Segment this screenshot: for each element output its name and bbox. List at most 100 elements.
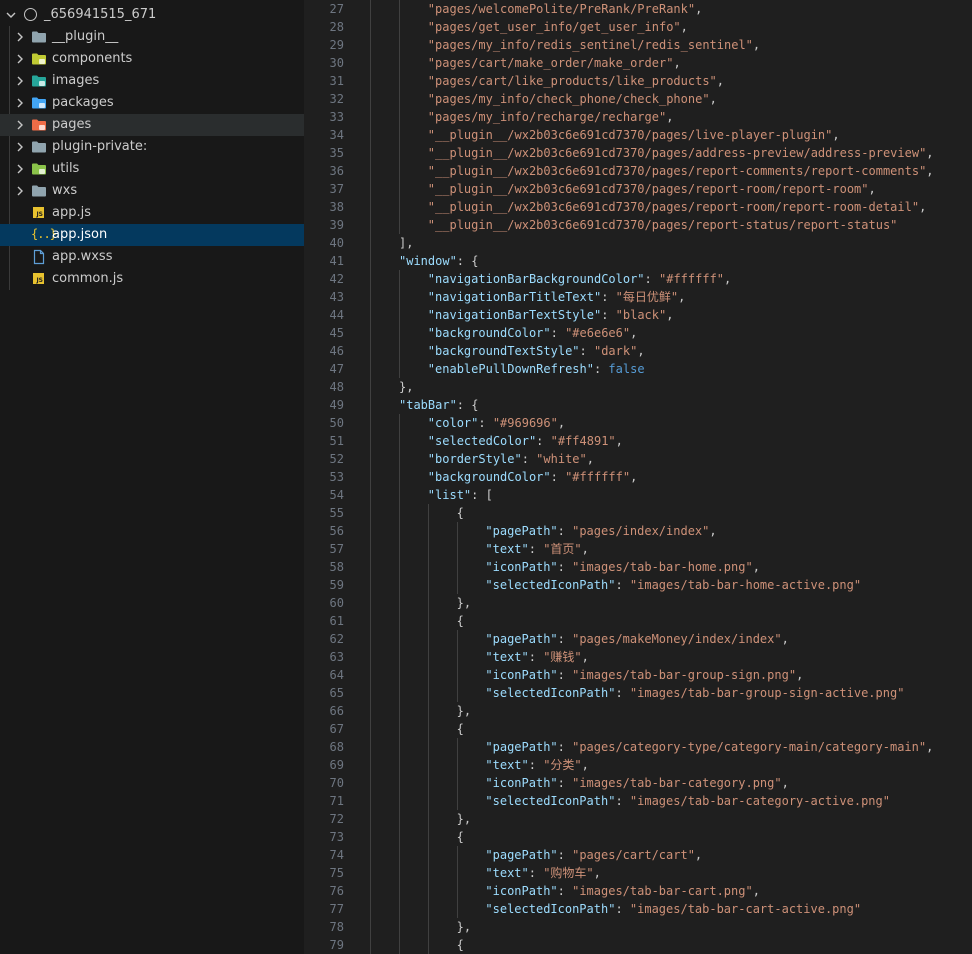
code-line[interactable]: "__plugin__/wx2b03c6e691cd7370/pages/rep… [428,216,898,234]
tree-item-utils[interactable]: utils [0,158,304,180]
line-number: 36 [329,164,344,178]
code-line[interactable]: "text": "分类", [485,756,589,774]
code-line[interactable]: "selectedColor": "#ff4891", [428,432,623,450]
code-line[interactable]: "pages/cart/make_order/make_order", [428,54,681,72]
code-line[interactable]: }, [457,810,471,828]
tree-item-images[interactable]: images [0,70,304,92]
code-line[interactable]: "backgroundColor": "#e6e6e6", [428,324,638,342]
chevron-down-icon[interactable] [4,7,18,23]
code-line[interactable]: "navigationBarBackgroundColor": "#ffffff… [428,270,731,288]
code-line[interactable]: "pages/cart/like_products/like_products"… [428,72,724,90]
json-punctuation: , [716,74,725,88]
code-line[interactable]: "iconPath": "images/tab-bar-cart.png", [485,882,760,900]
line-number: 43 [329,290,344,304]
json-punctuation: , [557,416,566,430]
code-editor[interactable]: 27 "pages/welcomePolite/PreRank/PreRank",… [304,0,972,954]
code-line[interactable]: }, [457,702,471,720]
tree-item-app-json[interactable]: {..} app.json [0,224,304,246]
explorer-root-folder[interactable]: _656941515_671 [0,4,304,26]
code-line[interactable]: "text": "首页", [485,540,589,558]
code-line[interactable]: "iconPath": "images/tab-bar-home.png", [485,558,760,576]
tree-item-components[interactable]: components [0,48,304,70]
code-line[interactable]: "list": [ [428,486,493,504]
code-line[interactable]: { [457,504,464,522]
tree-item-common-js[interactable]: JS common.js [0,268,304,290]
code-line[interactable]: "backgroundTextStyle": "dark", [428,342,645,360]
line-number: 70 [329,776,344,790]
code-line[interactable]: "__plugin__/wx2b03c6e691cd7370/pages/rep… [428,162,934,180]
json-key: "navigationBarBackgroundColor" [427,272,645,286]
code-line[interactable]: ], [399,234,413,252]
tree-item-packages[interactable]: packages [0,92,304,114]
code-line[interactable]: }, [399,378,413,396]
code-line[interactable]: "selectedIconPath": "images/tab-bar-cart… [485,900,861,918]
code-line[interactable]: "__plugin__/wx2b03c6e691cd7370/pages/add… [428,144,934,162]
json-key: "borderStyle" [427,452,522,466]
code-line[interactable]: "iconPath": "images/tab-bar-category.png… [485,774,788,792]
chevron-right-icon[interactable] [15,140,25,154]
json-string: "pages/cart/like_products/like_products" [427,74,717,88]
code-line[interactable]: }, [457,918,471,936]
code-line[interactable]: "selectedIconPath": "images/tab-bar-cate… [485,792,890,810]
line-number: 78 [329,920,344,934]
code-line[interactable]: { [457,828,464,846]
code-line[interactable]: "iconPath": "images/tab-bar-group-sign.p… [485,666,803,684]
code-line[interactable]: "pages/my_info/recharge/recharge", [428,108,674,126]
line-number: 40 [329,236,344,250]
json-punctuation: : [557,524,573,538]
code-line[interactable]: "pages/my_info/check_phone/check_phone", [428,90,717,108]
json-string: "分类" [543,758,582,772]
json-punctuation: , [752,38,761,52]
code-line[interactable]: "window": { [399,252,478,270]
json-string: "pages/welcomePolite/PreRank/PreRank" [427,2,696,16]
code-line[interactable]: "navigationBarTextStyle": "black", [428,306,674,324]
chevron-right-icon[interactable] [15,74,25,88]
json-punctuation: : [550,470,566,484]
tree-item-plugin[interactable]: __plugin__ [0,26,304,48]
json-punctuation: , [581,758,589,772]
code-line[interactable]: "__plugin__/wx2b03c6e691cd7370/pages/rep… [428,198,927,216]
json-file-icon: {..} [31,227,57,241]
json-key: "navigationBarTitleText" [427,290,602,304]
code-line[interactable]: { [457,936,464,954]
code-line[interactable]: "backgroundColor": "#ffffff", [428,468,638,486]
code-line[interactable]: "text": "赚钱", [485,648,589,666]
code-line[interactable]: "pages/welcomePolite/PreRank/PreRank", [428,0,703,18]
tree-item-wxs[interactable]: wxs [0,180,304,202]
code-line[interactable]: "pagePath": "pages/category-type/categor… [485,738,933,756]
chevron-right-icon[interactable] [15,52,25,66]
chevron-right-icon[interactable] [15,118,25,132]
tree-item-app-js[interactable]: JS app.js [0,202,304,224]
code-line[interactable]: "text": "购物车", [485,864,601,882]
tree-item-app-wxss[interactable]: app.wxss [0,246,304,268]
code-line[interactable]: "pagePath": "pages/makeMoney/index/index… [485,630,788,648]
chevron-right-icon[interactable] [15,96,25,110]
tree-item-pages[interactable]: pages [0,114,304,136]
tree-item-plugin-private[interactable]: plugin-private: [0,136,304,158]
code-line[interactable]: { [457,720,464,738]
code-line[interactable]: "pagePath": "pages/cart/cart", [485,846,702,864]
json-punctuation: , [724,272,732,286]
code-line[interactable]: "borderStyle": "white", [428,450,594,468]
code-line[interactable]: "pages/get_user_info/get_user_info", [428,18,688,36]
json-string: "每日优鲜" [615,290,679,304]
code-line[interactable]: "pagePath": "pages/index/index", [485,522,716,540]
json-key: "selectedIconPath" [485,578,616,592]
code-line[interactable]: { [457,612,464,630]
code-line[interactable]: }, [457,594,471,612]
chevron-right-icon[interactable] [15,184,25,198]
chevron-right-icon[interactable] [15,162,25,176]
code-line[interactable]: "__plugin__/wx2b03c6e691cd7370/pages/rep… [428,180,876,198]
code-line[interactable]: "tabBar": { [399,396,478,414]
code-line[interactable]: "__plugin__/wx2b03c6e691cd7370/pages/liv… [428,126,840,144]
json-string: "images/tab-bar-home-active.png" [629,578,862,592]
code-line[interactable]: "pages/my_info/redis_sentinel/redis_sent… [428,36,760,54]
line-number: 35 [329,146,344,160]
code-line[interactable]: "color": "#969696", [428,414,565,432]
code-line[interactable]: "navigationBarTitleText": "每日优鲜", [428,288,686,306]
code-line[interactable]: "selectedIconPath": "images/tab-bar-home… [485,576,861,594]
chevron-right-icon[interactable] [15,30,25,44]
tree-item-label: common.js [52,271,124,286]
code-line[interactable]: "enablePullDownRefresh": false [428,360,645,378]
code-line[interactable]: "selectedIconPath": "images/tab-bar-grou… [485,684,904,702]
